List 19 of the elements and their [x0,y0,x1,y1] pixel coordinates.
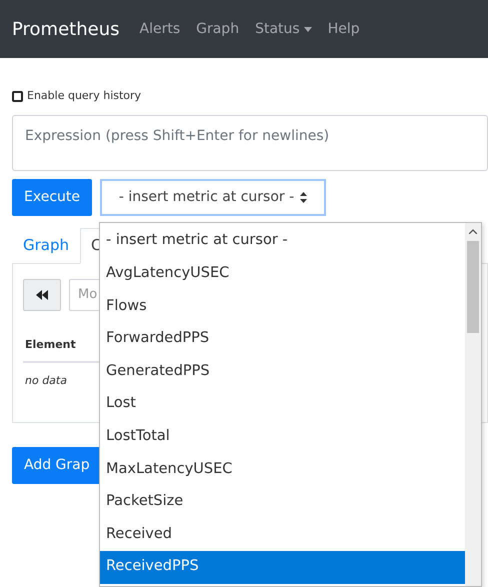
execute-button[interactable]: Execute [12,178,92,216]
dropdown-option[interactable]: Received [100,518,465,551]
dropdown-option[interactable]: PacketSize [100,486,465,518]
nav-link[interactable]: Graph [196,18,240,40]
brand[interactable]: Prometheus [12,16,120,42]
metric-select[interactable]: - insert metric at cursor - [100,178,326,216]
dropdown-option[interactable]: Flows [100,290,465,323]
dropdown-option[interactable]: ReceivedPPS [100,550,465,584]
checkbox-label: Enable query history [27,88,142,104]
dropdown-option[interactable]: ForwardedPPS [100,322,465,356]
status-menu[interactable]: Status [255,18,312,40]
dropdown-option[interactable]: Lost [100,388,465,421]
column-header: Element [25,338,76,350]
nav-link[interactable]: Alerts [140,18,180,40]
dropdown-option[interactable]: GeneratedPPS [100,355,465,388]
tab[interactable]: Graph [12,228,80,264]
nav-link[interactable]: Help [328,18,360,40]
empty-text: no data [25,374,67,387]
expression-field[interactable]: Expression (press Shift+Enter for newlines) [12,114,488,170]
